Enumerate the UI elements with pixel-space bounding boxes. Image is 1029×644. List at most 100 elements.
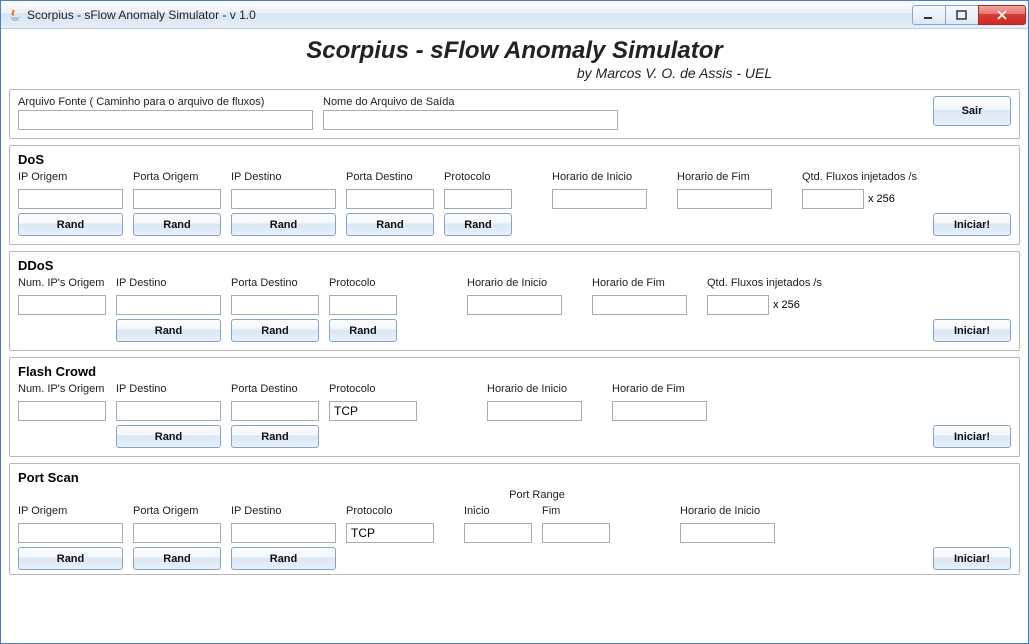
output-file-label: Nome do Arquivo de Saída [323,96,618,108]
portscan-panel: Port Scan IP Origem Rand Porta Origem Ra… [9,463,1020,575]
ddos-num-ips-input[interactable] [18,295,106,315]
ps-ip-origem-label: IP Origem [18,505,67,517]
ddos-protocolo-label: Protocolo [329,277,375,289]
flash-title: Flash Crowd [18,364,1011,379]
flash-ip-destino-label: IP Destino [116,383,167,395]
ddos-horario-inicio-label: Horario de Inicio [467,277,547,289]
flash-protocolo-input[interactable] [329,401,417,421]
ddos-x256-label: x 256 [773,299,800,311]
dos-title: DoS [18,152,1011,167]
dos-protocolo-label: Protocolo [444,171,490,183]
ps-inicio-input[interactable] [464,523,532,543]
dos-qtd-fluxos-label: Qtd. Fluxos injetados /s [802,171,917,183]
ddos-porta-destino-rand[interactable]: Rand [231,319,319,342]
dos-x256-label: x 256 [868,193,895,205]
ddos-protocolo-rand[interactable]: Rand [329,319,397,342]
dos-porta-origem-label: Porta Origem [133,171,198,183]
ddos-panel: DDoS Num. IP's Origem IP Destino Rand [9,251,1020,351]
ps-ip-destino-input[interactable] [231,523,336,543]
source-file-input[interactable] [18,110,313,130]
ddos-num-ips-label: Num. IP's Origem [18,277,104,289]
output-file-input[interactable] [323,110,618,130]
dos-ip-origem-rand[interactable]: Rand [18,213,123,236]
maximize-button[interactable] [945,5,979,25]
dos-panel: DoS IP Origem Rand Porta Origem Rand [9,145,1020,245]
flash-ip-destino-input[interactable] [116,401,221,421]
dos-horario-fim-input[interactable] [677,189,772,209]
dos-horario-inicio-input[interactable] [552,189,647,209]
ddos-horario-fim-input[interactable] [592,295,687,315]
dos-porta-origem-input[interactable] [133,189,221,209]
flash-num-ips-input[interactable] [18,401,106,421]
portscan-title: Port Scan [18,470,1011,485]
ps-porta-origem-label: Porta Origem [133,505,198,517]
ps-inicio-label: Inicio [464,505,490,517]
flash-iniciar-button[interactable]: Iniciar! [933,425,1011,448]
ps-port-range-label: Port Range [464,489,610,505]
ps-ip-origem-input[interactable] [18,523,123,543]
flash-num-ips-label: Num. IP's Origem [18,383,104,395]
app-header: Scorpius - sFlow Anomaly Simulator by Ma… [9,33,1020,83]
app-window: Scorpius - sFlow Anomaly Simulator - v 1… [0,0,1029,644]
content-area: Scorpius - sFlow Anomaly Simulator by Ma… [1,29,1028,643]
dos-horario-inicio-label: Horario de Inicio [552,171,632,183]
ddos-qtd-fluxos-label: Qtd. Fluxos injetados /s [707,277,822,289]
ddos-ip-destino-rand[interactable]: Rand [116,319,221,342]
ddos-iniciar-button[interactable]: Iniciar! [933,319,1011,342]
ps-protocolo-label: Protocolo [346,505,392,517]
ps-horario-inicio-input[interactable] [680,523,775,543]
window-title: Scorpius - sFlow Anomaly Simulator - v 1… [27,8,913,22]
flash-horario-inicio-label: Horario de Inicio [487,383,567,395]
dos-porta-destino-rand[interactable]: Rand [346,213,434,236]
dos-ip-origem-input[interactable] [18,189,123,209]
ps-protocolo-input[interactable] [346,523,434,543]
ddos-protocolo-input[interactable] [329,295,397,315]
flash-ip-destino-rand[interactable]: Rand [116,425,221,448]
dos-ip-origem-label: IP Origem [18,171,67,183]
dos-porta-origem-rand[interactable]: Rand [133,213,221,236]
ddos-ip-destino-label: IP Destino [116,277,167,289]
dos-horario-fim-label: Horario de Fim [677,171,750,183]
ddos-title: DDoS [18,258,1011,273]
dos-ip-destino-label: IP Destino [231,171,282,183]
ddos-horario-inicio-input[interactable] [467,295,562,315]
flash-porta-destino-input[interactable] [231,401,319,421]
window-controls [913,5,1026,25]
ps-porta-origem-rand[interactable]: Rand [133,547,221,570]
dos-protocolo-rand[interactable]: Rand [444,213,512,236]
flash-horario-fim-input[interactable] [612,401,707,421]
dos-ip-destino-rand[interactable]: Rand [231,213,336,236]
dos-protocolo-input[interactable] [444,189,512,209]
dos-porta-destino-input[interactable] [346,189,434,209]
ddos-porta-destino-label: Porta Destino [231,277,298,289]
ps-ip-origem-rand[interactable]: Rand [18,547,123,570]
flash-horario-inicio-input[interactable] [487,401,582,421]
ps-fim-input[interactable] [542,523,610,543]
ps-fim-label: Fim [542,505,560,517]
ps-horario-inicio-label: Horario de Inicio [680,505,760,517]
ddos-ip-destino-input[interactable] [116,295,221,315]
dos-ip-destino-input[interactable] [231,189,336,209]
ps-iniciar-button[interactable]: Iniciar! [933,547,1011,570]
exit-button[interactable]: Sair [933,96,1011,126]
flash-porta-destino-rand[interactable]: Rand [231,425,319,448]
flash-porta-destino-label: Porta Destino [231,383,298,395]
ps-ip-destino-rand[interactable]: Rand [231,547,336,570]
source-file-label: Arquivo Fonte ( Caminho para o arquivo d… [18,96,313,108]
flash-horario-fim-label: Horario de Fim [612,383,685,395]
app-subtitle: by Marcos V. O. de Assis - UEL [9,65,1020,81]
ps-porta-origem-input[interactable] [133,523,221,543]
file-panel: Arquivo Fonte ( Caminho para o arquivo d… [9,89,1020,139]
close-button[interactable] [978,5,1026,25]
minimize-button[interactable] [912,5,946,25]
app-title: Scorpius - sFlow Anomaly Simulator [9,37,1020,65]
dos-iniciar-button[interactable]: Iniciar! [933,213,1011,236]
titlebar: Scorpius - sFlow Anomaly Simulator - v 1… [1,1,1028,29]
ddos-porta-destino-input[interactable] [231,295,319,315]
flash-protocolo-label: Protocolo [329,383,375,395]
ddos-horario-fim-label: Horario de Fim [592,277,665,289]
java-icon [7,7,23,23]
dos-qtd-fluxos-input[interactable] [802,189,864,209]
ps-ip-destino-label: IP Destino [231,505,282,517]
ddos-qtd-fluxos-input[interactable] [707,295,769,315]
